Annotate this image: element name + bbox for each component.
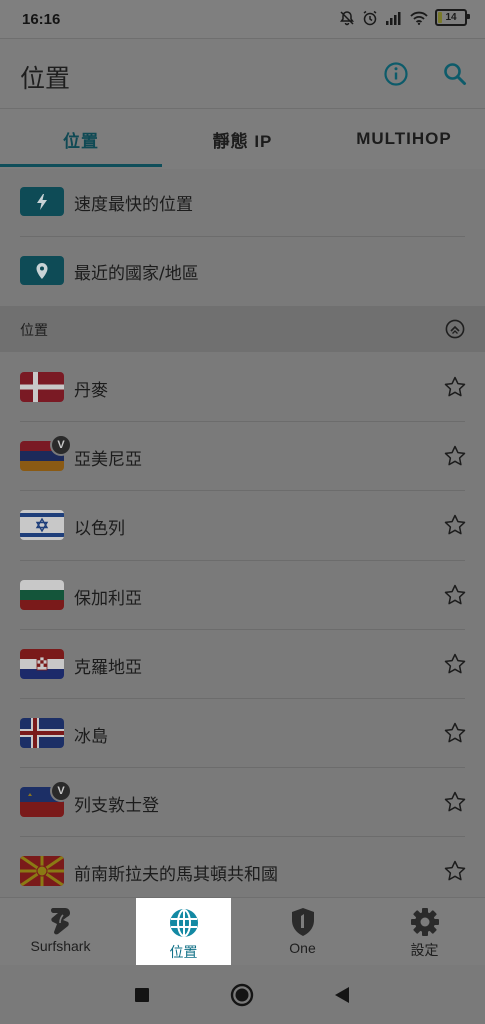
- country-name: 丹麥: [74, 381, 108, 401]
- tab-indicator: [0, 164, 162, 167]
- country-row[interactable]: 冰島: [0, 699, 485, 768]
- alarm-icon: [363, 10, 377, 25]
- fastest-location-item[interactable]: 速度最快的位置: [0, 168, 485, 237]
- virtual-location-badge: V: [50, 780, 72, 802]
- app-bar: 位置: [0, 38, 485, 109]
- location-pin-icon: [20, 256, 64, 285]
- nav-one[interactable]: One: [255, 898, 350, 966]
- favorite-star-icon[interactable]: [443, 583, 467, 607]
- country-row[interactable]: 以色列: [0, 491, 485, 560]
- country-row[interactable]: 克羅地亞: [0, 630, 485, 699]
- country-name: 保加利亞: [74, 589, 142, 609]
- favorite-star-icon[interactable]: [443, 375, 467, 399]
- system-navigation-bar: [0, 965, 485, 1024]
- favorite-star-icon[interactable]: [443, 721, 467, 745]
- country-row[interactable]: 丹麥: [0, 353, 485, 422]
- favorite-star-icon[interactable]: [443, 652, 467, 676]
- north-macedonia-flag-icon: [20, 856, 64, 886]
- nav-locations[interactable]: 位置: [136, 898, 231, 966]
- shield-one-icon: [291, 908, 314, 936]
- wifi-icon: [410, 11, 428, 25]
- nav-settings[interactable]: 設定: [377, 898, 472, 966]
- location-tabs: 位置 靜態 IP MULTIHOP: [0, 108, 485, 169]
- recents-button[interactable]: [130, 983, 154, 1007]
- nav-label: 位置: [169, 944, 198, 960]
- bulgaria-flag-icon: [20, 580, 64, 610]
- country-row[interactable]: V 亞美尼亞: [0, 422, 485, 491]
- battery-icon: 14: [435, 9, 470, 26]
- info-button[interactable]: [381, 59, 411, 89]
- favorite-star-icon[interactable]: [443, 513, 467, 537]
- surfshark-logo-icon: [50, 908, 70, 935]
- gear-icon: [410, 908, 439, 936]
- status-icons: 14: [339, 9, 470, 26]
- status-time: 16:16: [22, 11, 61, 28]
- bolt-icon: [20, 187, 64, 216]
- search-icon: [444, 63, 466, 85]
- country-name: 冰島: [74, 727, 108, 747]
- square-icon: [135, 988, 149, 1002]
- tab-static-ip[interactable]: 靜態 IP: [162, 109, 323, 169]
- section-label: 位置: [20, 323, 48, 339]
- back-button[interactable]: [330, 983, 354, 1007]
- country-name: 以色列: [74, 519, 125, 539]
- tab-locations[interactable]: 位置: [0, 109, 162, 169]
- croatia-flag-icon: [20, 649, 64, 679]
- nearest-country-label: 最近的國家/地區: [74, 264, 199, 284]
- favorite-star-icon[interactable]: [443, 444, 467, 468]
- country-name: 亞美尼亞: [74, 450, 142, 470]
- status-bar: 16:16 14: [0, 0, 485, 38]
- iceland-flag-icon: [20, 718, 64, 748]
- triangle-back-icon: [335, 987, 349, 1003]
- signal-icon: [386, 11, 401, 25]
- locations-section-header: 位置: [0, 306, 485, 352]
- country-name: 克羅地亞: [74, 658, 142, 678]
- country-name: 前南斯拉夫的馬其頓共和國: [74, 865, 278, 885]
- nav-surfshark[interactable]: Surfshark: [13, 898, 108, 966]
- country-name: 列支敦士登: [74, 796, 159, 816]
- info-icon: [384, 62, 408, 86]
- battery-percent: 14: [445, 12, 457, 23]
- nearest-country-item[interactable]: 最近的國家/地區: [0, 237, 485, 306]
- home-button[interactable]: [230, 983, 254, 1007]
- bell-off-icon: [340, 10, 354, 25]
- country-row[interactable]: 前南斯拉夫的馬其頓共和國: [0, 837, 485, 906]
- search-button[interactable]: [440, 59, 470, 89]
- collapse-chevron-icon[interactable]: [445, 319, 465, 339]
- favorite-star-icon[interactable]: [443, 859, 467, 883]
- country-row[interactable]: V 列支敦士登: [0, 768, 485, 837]
- circle-icon: [230, 983, 254, 1007]
- virtual-location-badge: V: [50, 434, 72, 456]
- favorite-star-icon[interactable]: [443, 790, 467, 814]
- page-title: 位置: [20, 64, 71, 93]
- israel-flag-icon: [20, 510, 64, 540]
- country-row[interactable]: 保加利亞: [0, 561, 485, 630]
- nav-label: Surfshark: [30, 938, 91, 954]
- tab-multihop[interactable]: MULTIHOP: [323, 109, 485, 169]
- nav-label: One: [289, 940, 316, 956]
- nav-label: 設定: [410, 942, 439, 958]
- globe-icon: [169, 909, 198, 937]
- fastest-location-label: 速度最快的位置: [74, 195, 193, 215]
- bottom-navigation: Surfshark 位置 One 設定: [0, 897, 485, 966]
- denmark-flag-icon: [20, 372, 64, 402]
